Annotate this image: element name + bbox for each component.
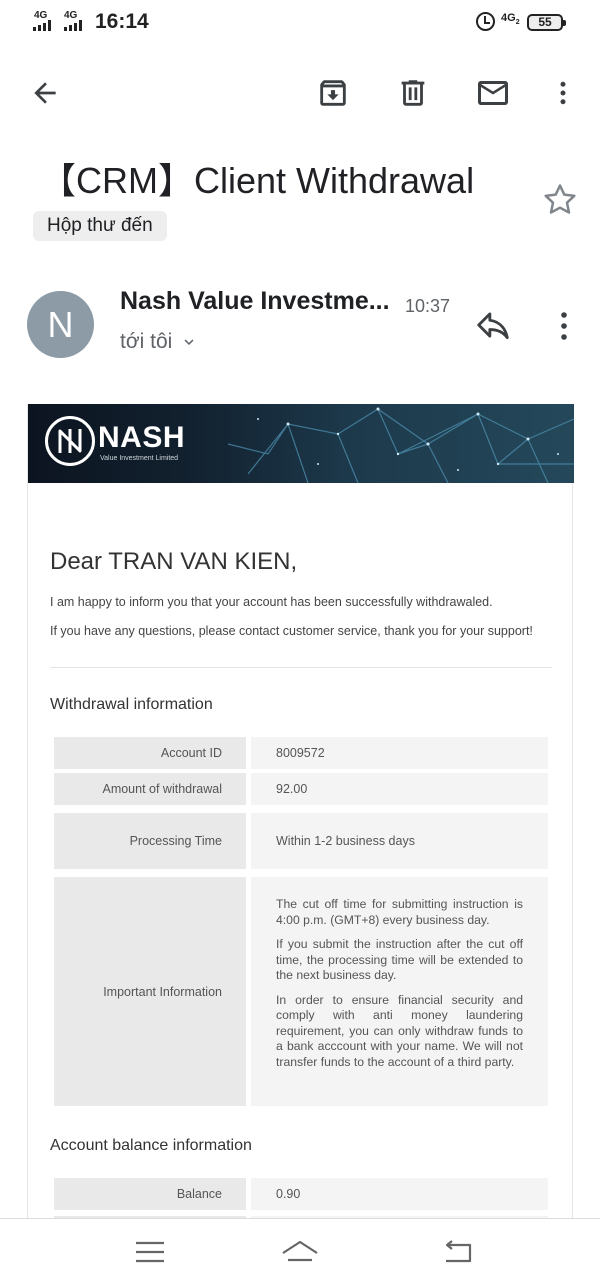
nash-banner: NASH Value Investment Limited xyxy=(28,404,574,483)
star-icon xyxy=(544,184,576,214)
mark-unread-button[interactable] xyxy=(472,72,514,114)
table-value-important-info: The cut off time for submitting instruct… xyxy=(251,877,548,1106)
avatar[interactable]: N xyxy=(27,291,94,358)
table-label-balance: Balance xyxy=(54,1178,246,1210)
table-label-processing-time: Processing Time xyxy=(54,813,246,869)
recipient-label: tới tôi xyxy=(120,330,173,353)
status-bar: 4G 4G 16:14 4G2 55 xyxy=(0,0,600,46)
home-button[interactable] xyxy=(280,1235,320,1269)
alarm-icon xyxy=(476,12,495,31)
message-more-button[interactable] xyxy=(552,305,576,347)
table-value-balance: 0.90 xyxy=(251,1178,548,1210)
important-info-text-1: The cut off time for submitting instruct… xyxy=(276,897,523,927)
network-graphic xyxy=(228,407,574,483)
table-value-amount: 92.00 xyxy=(251,773,548,805)
table-value-processing-time: Within 1-2 business days xyxy=(251,813,548,869)
mail-icon xyxy=(478,81,508,105)
important-info-text-3: In order to ensure financial security an… xyxy=(276,992,523,1069)
signal-icon-1 xyxy=(33,20,51,31)
more-options-button[interactable] xyxy=(542,72,584,114)
email-content: NASH Value Investment Limited Dear TRAN … xyxy=(27,404,574,1224)
delete-button[interactable] xyxy=(392,72,434,114)
table-label-important-info: Important Information xyxy=(54,877,246,1106)
withdrawal-info-title: Withdrawal information xyxy=(50,696,213,713)
back-nav-button[interactable] xyxy=(438,1235,478,1269)
recipient-details[interactable]: tới tôi xyxy=(120,330,198,354)
email-time: 10:37 xyxy=(405,296,451,316)
arrow-left-icon xyxy=(34,82,56,104)
paragraph-contact: If you have any questions, please contac… xyxy=(50,624,533,638)
divider xyxy=(50,667,552,668)
chevron-down-icon xyxy=(184,339,194,345)
system-nav-bar xyxy=(0,1218,600,1287)
inbox-label-chip[interactable]: Hộp thư đến xyxy=(33,211,167,241)
battery-icon: 55 xyxy=(527,14,566,31)
back-button[interactable] xyxy=(24,72,66,114)
more-vert-icon xyxy=(561,312,567,340)
archive-icon xyxy=(320,80,346,106)
table-label-amount: Amount of withdrawal xyxy=(54,773,246,805)
table-label-account-id: Account ID xyxy=(54,737,246,769)
important-info-text-2: If you submit the instruction after the … xyxy=(276,937,523,982)
reply-button[interactable] xyxy=(474,306,514,346)
email-subject: 【CRM】Client Withdrawal xyxy=(40,160,475,201)
logo-wordmark: NASH xyxy=(98,421,186,454)
reply-icon xyxy=(477,312,509,340)
home-icon xyxy=(282,1240,318,1262)
menu-icon xyxy=(136,1241,164,1263)
archive-button[interactable] xyxy=(312,72,354,114)
more-vert-icon xyxy=(560,81,566,105)
clock-time: 16:14 xyxy=(95,10,149,33)
greeting: Dear TRAN VAN KIEN, xyxy=(50,548,298,575)
back-icon xyxy=(445,1240,472,1263)
network-label-3: 4G2 xyxy=(501,12,520,27)
recent-apps-button[interactable] xyxy=(130,1235,170,1269)
signal-icon-2 xyxy=(64,20,82,31)
nash-logo-icon xyxy=(45,416,95,466)
table-value-account-id: 8009572 xyxy=(251,737,548,769)
balance-info-title: Account balance information xyxy=(50,1137,252,1154)
sender-name[interactable]: Nash Value Investme... xyxy=(120,287,390,316)
trash-icon xyxy=(401,80,425,106)
paragraph-success: I am happy to inform you that your accou… xyxy=(50,595,493,609)
star-button[interactable] xyxy=(540,180,580,220)
logo-subtitle: Value Investment Limited xyxy=(100,455,179,462)
